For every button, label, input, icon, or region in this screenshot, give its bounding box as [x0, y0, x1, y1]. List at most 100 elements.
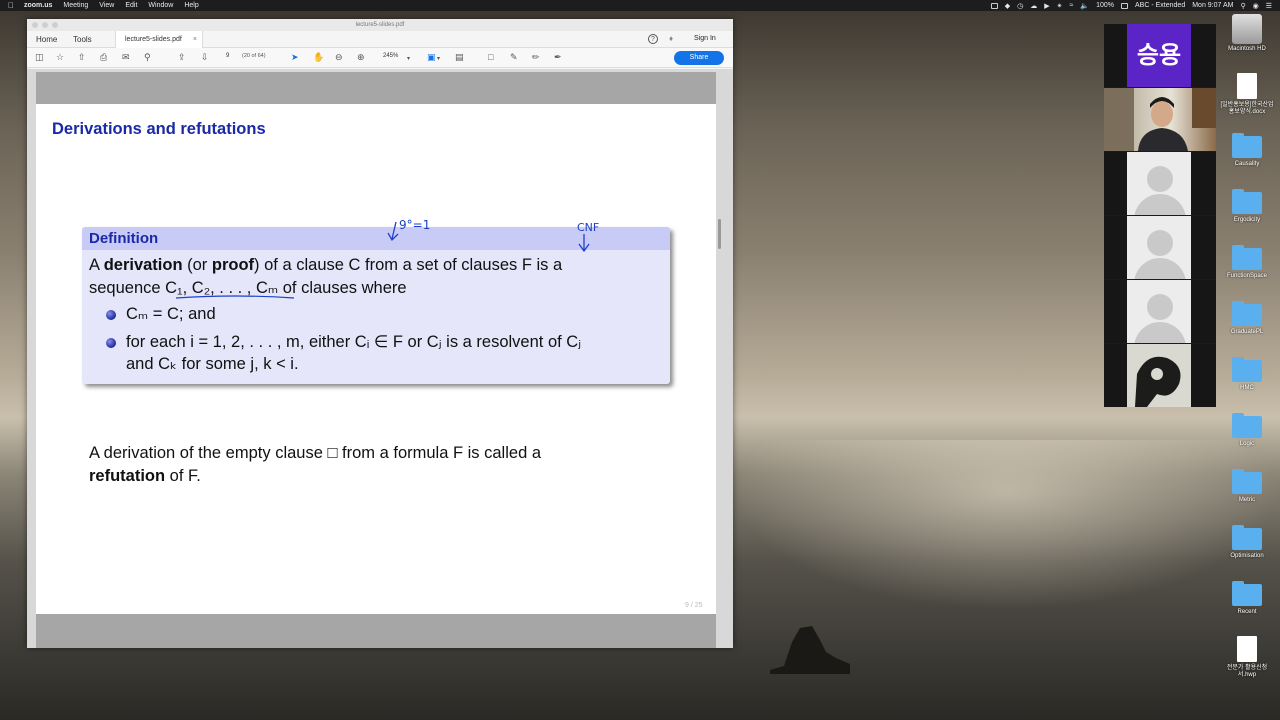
- tab-tools[interactable]: Tools: [73, 35, 92, 44]
- share-button[interactable]: Share: [674, 51, 724, 65]
- minimize-window-button[interactable]: [42, 22, 48, 28]
- maximize-window-button[interactable]: [52, 22, 58, 28]
- pen-icon[interactable]: ✎: [510, 52, 518, 63]
- page-of-label: (20 of 64): [242, 53, 266, 59]
- desktop-icon-causality[interactable]: Causality: [1219, 133, 1275, 168]
- zoom-level-select[interactable]: 245%: [383, 53, 398, 59]
- participant-avatar-tile[interactable]: [1104, 216, 1216, 279]
- menu-edit[interactable]: Edit: [125, 2, 137, 9]
- bookmark-star-icon[interactable]: ☆: [56, 52, 64, 63]
- document-icon: [1237, 73, 1257, 99]
- desktop-icon-functionspace[interactable]: FunctionSpace: [1219, 245, 1275, 280]
- slide-page-counter: 9 / 25: [685, 602, 703, 609]
- folder-icon: [1232, 525, 1262, 550]
- desktop-wallpaper-glow: [733, 440, 1280, 610]
- sign-icon[interactable]: ✒: [554, 52, 562, 63]
- scroll-mode-icon[interactable]: ▤: [455, 52, 464, 63]
- notification-bell-icon[interactable]: ♦: [669, 34, 673, 43]
- folder-icon: [1232, 581, 1262, 606]
- acrobat-window: lecture5-slides.pdf Home Tools lecture5-…: [27, 19, 733, 648]
- menu-view[interactable]: View: [99, 2, 114, 9]
- chevron-down-icon[interactable]: ▾: [407, 54, 410, 65]
- shield-icon[interactable]: ◆: [1005, 2, 1010, 10]
- menu-help[interactable]: Help: [184, 2, 198, 9]
- desktop-icon-macintosh-hd[interactable]: Macintosh HD: [1219, 14, 1275, 53]
- participant-video-tile[interactable]: [1104, 88, 1216, 151]
- menu-clock[interactable]: Mon 9:07 AM: [1192, 2, 1233, 9]
- find-icon[interactable]: ⚲: [144, 52, 151, 63]
- page-fit-icon[interactable]: ▣: [427, 52, 436, 63]
- chevron-down-icon[interactable]: ▾: [437, 54, 440, 65]
- desktop-icon-docx[interactable]: [일반홍보용]한국산업홍보양식.docx: [1219, 73, 1275, 116]
- participant-avatar-tile[interactable]: [1104, 152, 1216, 215]
- desktop-icon-metric[interactable]: Metric: [1219, 469, 1275, 504]
- zoom-participant-gallery: 승용: [1104, 24, 1216, 407]
- cloud-icon[interactable]: ☁: [1030, 2, 1037, 10]
- folder-icon: [1232, 469, 1262, 494]
- desktop-icon-logic[interactable]: Logic: [1219, 413, 1275, 448]
- participant-name-tile[interactable]: 승용: [1104, 24, 1216, 87]
- participant-avatar-tile[interactable]: [1104, 280, 1216, 343]
- zoom-out-icon[interactable]: ⊖: [335, 52, 343, 63]
- folder-icon: [1232, 245, 1262, 270]
- tab-document[interactable]: lecture5-slides.pdf ×: [115, 31, 203, 48]
- menu-window[interactable]: Window: [148, 2, 173, 9]
- desktop-icon-graduatepl[interactable]: GraduatePL: [1219, 301, 1275, 336]
- save-icon[interactable]: ◫: [35, 52, 44, 63]
- desktop-icon-hmc[interactable]: HMC: [1219, 357, 1275, 392]
- pdf-page[interactable]: Derivations and refutations Definition A…: [36, 72, 716, 648]
- avatar-icon: [1147, 166, 1173, 192]
- next-page-icon[interactable]: ⇩: [201, 52, 209, 63]
- notification-center-icon[interactable]: ☰: [1266, 2, 1272, 10]
- folder-icon: [1232, 133, 1262, 158]
- wallpaper-rock: [770, 626, 850, 674]
- apple-icon[interactable]: : [8, 1, 14, 10]
- spotlight-search-icon[interactable]: ⚲: [1240, 2, 1245, 10]
- previous-page-icon[interactable]: ⇪: [178, 52, 186, 63]
- vertical-scrollbar[interactable]: [718, 219, 721, 249]
- hard-drive-icon: [1232, 14, 1262, 44]
- desktop-icon-recent[interactable]: Recent: [1219, 581, 1275, 616]
- play-icon[interactable]: ▶: [1044, 2, 1049, 10]
- zoom-in-icon[interactable]: ⊕: [357, 52, 365, 63]
- close-tab-icon[interactable]: ×: [193, 31, 197, 48]
- bluetooth-icon[interactable]: ✴: [1057, 2, 1063, 10]
- select-tool-icon[interactable]: ➤: [291, 52, 299, 63]
- close-window-button[interactable]: [32, 22, 38, 28]
- print-icon[interactable]: ⎙: [100, 52, 107, 63]
- help-icon[interactable]: ?: [648, 34, 658, 44]
- tab-home[interactable]: Home: [36, 35, 57, 44]
- volume-icon[interactable]: 🔈: [1080, 2, 1089, 10]
- participant-photo-tile[interactable]: [1104, 344, 1216, 407]
- window-titlebar[interactable]: lecture5-slides.pdf: [27, 19, 733, 31]
- status-area: ◆ ◷ ☁ ▶ ✴ ≈ 🔈 100% ABC - Extended Mon 9:…: [984, 2, 1272, 10]
- battery-percent[interactable]: 100%: [1096, 2, 1114, 9]
- desktop-icon-ergodicity[interactable]: Ergodicity: [1219, 189, 1275, 224]
- clock-status-icon[interactable]: ◷: [1017, 2, 1023, 10]
- wifi-icon[interactable]: ≈: [1070, 2, 1074, 9]
- battery-icon[interactable]: [1121, 2, 1129, 9]
- highlight-icon[interactable]: ✏: [532, 52, 540, 63]
- document-viewer[interactable]: Derivations and refutations Definition A…: [27, 69, 733, 648]
- desktop-icon-hwp[interactable]: 전문가 활용신청서.hwp: [1219, 636, 1275, 679]
- presenter-video: [1104, 88, 1216, 151]
- menu-bar:  zoom.us Meeting View Edit Window Help …: [0, 0, 1280, 11]
- zoom-status-icon[interactable]: [990, 2, 998, 9]
- window-title: lecture5-slides.pdf: [355, 22, 405, 28]
- avatar-icon: [1147, 294, 1173, 320]
- share-button-label: Share: [689, 54, 709, 61]
- tab-bar: Home Tools lecture5-slides.pdf × ? ♦ Sig…: [27, 31, 733, 48]
- menu-app-name[interactable]: zoom.us: [24, 2, 52, 9]
- desktop-icon-optimisation[interactable]: Optimisation: [1219, 525, 1275, 560]
- page-number-input[interactable]: 9: [226, 53, 229, 59]
- upload-icon[interactable]: ⇧: [78, 52, 86, 63]
- comment-icon[interactable]: □: [488, 52, 493, 63]
- siri-icon[interactable]: ◉: [1253, 2, 1259, 10]
- input-source[interactable]: ABC - Extended: [1135, 2, 1185, 9]
- sign-in-link[interactable]: Sign In: [694, 35, 716, 42]
- menu-meeting[interactable]: Meeting: [63, 2, 88, 9]
- window-controls: [32, 22, 62, 28]
- shadow-photo: [1135, 356, 1181, 407]
- email-icon[interactable]: ✉: [122, 52, 130, 63]
- hand-tool-icon[interactable]: ✋: [313, 52, 324, 63]
